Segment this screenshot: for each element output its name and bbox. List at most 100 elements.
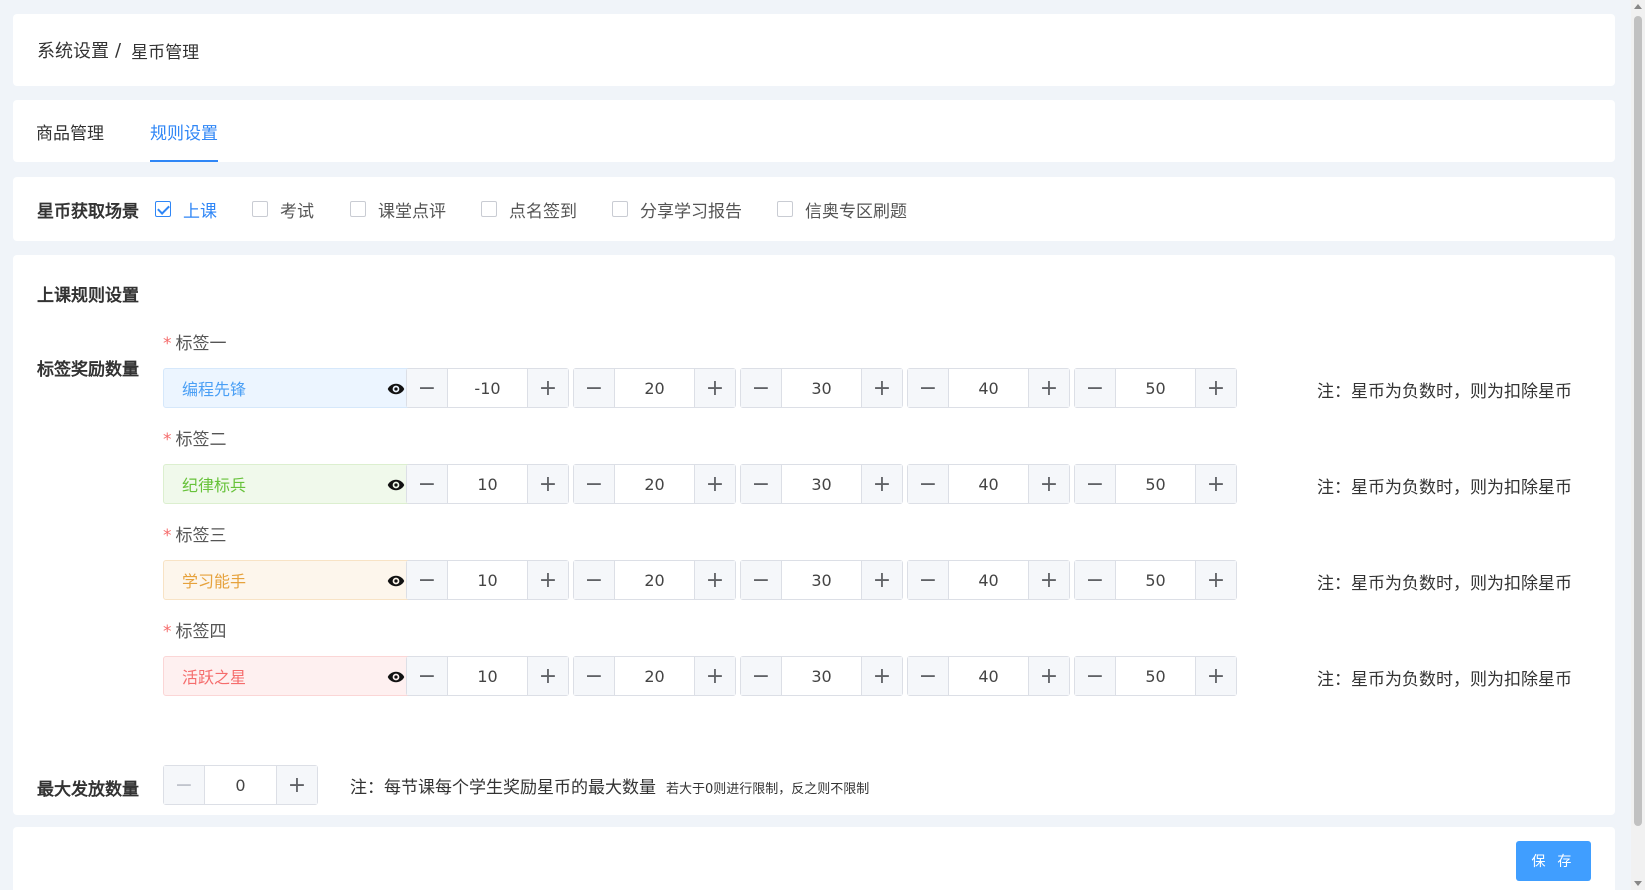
- increment-button[interactable]: +: [527, 657, 568, 695]
- reward-quantity-stepper[interactable]: −30 +: [740, 464, 903, 504]
- tab-rule-settings[interactable]: 规则设置: [150, 100, 218, 162]
- scene-checkbox-share-report[interactable]: 分享学习报告: [612, 177, 742, 241]
- tag-pill[interactable]: 纪律标兵: [163, 464, 414, 504]
- scene-checkbox-class[interactable]: 上课: [155, 177, 217, 241]
- reward-quantity-stepper[interactable]: −10 +: [406, 656, 569, 696]
- decrement-button[interactable]: −: [164, 766, 205, 804]
- decrement-button[interactable]: −: [741, 657, 782, 695]
- reward-quantity-stepper[interactable]: −30 +: [740, 560, 903, 600]
- reward-quantity-stepper[interactable]: −50 +: [1074, 656, 1237, 696]
- decrement-button[interactable]: −: [908, 657, 949, 695]
- decrement-button[interactable]: −: [574, 369, 615, 407]
- decrement-button[interactable]: −: [908, 465, 949, 503]
- save-button[interactable]: 保 存: [1516, 841, 1591, 881]
- reward-quantity-stepper[interactable]: −10 +: [406, 464, 569, 504]
- reward-quantity-value[interactable]: 30: [782, 561, 861, 599]
- reward-quantity-value[interactable]: 50: [1116, 657, 1195, 695]
- increment-button[interactable]: +: [861, 561, 902, 599]
- max-quantity-value[interactable]: 0: [205, 766, 276, 804]
- increment-button[interactable]: +: [1028, 465, 1069, 503]
- max-quantity-stepper[interactable]: − 0 +: [163, 765, 318, 805]
- scroll-down-icon[interactable]: [1634, 881, 1642, 886]
- reward-quantity-value[interactable]: 50: [1116, 561, 1195, 599]
- page-scrollbar[interactable]: [1631, 0, 1645, 890]
- scrollbar-thumb[interactable]: [1634, 16, 1642, 826]
- decrement-button[interactable]: −: [1075, 561, 1116, 599]
- reward-quantity-value[interactable]: 20: [615, 561, 694, 599]
- scene-checkbox-roll-call[interactable]: 点名签到: [481, 177, 577, 241]
- eye-icon[interactable]: [387, 380, 405, 398]
- reward-quantity-stepper[interactable]: −20 +: [573, 368, 736, 408]
- increment-button[interactable]: +: [527, 465, 568, 503]
- increment-button[interactable]: +: [694, 657, 735, 695]
- decrement-button[interactable]: −: [741, 561, 782, 599]
- decrement-button[interactable]: −: [908, 369, 949, 407]
- increment-button[interactable]: +: [1195, 465, 1236, 503]
- increment-button[interactable]: +: [694, 369, 735, 407]
- decrement-button[interactable]: −: [574, 465, 615, 503]
- reward-quantity-value[interactable]: 40: [949, 657, 1028, 695]
- decrement-button[interactable]: −: [908, 561, 949, 599]
- reward-quantity-value[interactable]: 30: [782, 657, 861, 695]
- decrement-button[interactable]: −: [407, 657, 448, 695]
- increment-button[interactable]: +: [861, 657, 902, 695]
- tag-pill[interactable]: 编程先锋: [163, 368, 414, 408]
- reward-quantity-value[interactable]: 20: [615, 657, 694, 695]
- reward-quantity-value[interactable]: 40: [949, 369, 1028, 407]
- decrement-button[interactable]: −: [407, 465, 448, 503]
- decrement-button[interactable]: −: [1075, 657, 1116, 695]
- increment-button[interactable]: +: [694, 465, 735, 503]
- decrement-button[interactable]: −: [574, 561, 615, 599]
- increment-button[interactable]: +: [527, 561, 568, 599]
- increment-button[interactable]: +: [1195, 369, 1236, 407]
- increment-button[interactable]: +: [1028, 657, 1069, 695]
- checkbox-checked-icon[interactable]: [155, 201, 171, 217]
- reward-quantity-value[interactable]: 20: [615, 465, 694, 503]
- reward-quantity-stepper[interactable]: − -10 +: [406, 368, 569, 408]
- increment-button[interactable]: +: [527, 369, 568, 407]
- increment-button[interactable]: +: [694, 561, 735, 599]
- increment-button[interactable]: +: [861, 465, 902, 503]
- reward-quantity-value[interactable]: 10: [448, 465, 527, 503]
- reward-quantity-value[interactable]: 30: [782, 369, 861, 407]
- tab-goods-management[interactable]: 商品管理: [36, 100, 104, 162]
- reward-quantity-stepper[interactable]: −20 +: [573, 560, 736, 600]
- reward-quantity-stepper[interactable]: −50 +: [1074, 368, 1237, 408]
- reward-quantity-stepper[interactable]: −30 +: [740, 368, 903, 408]
- checkbox-icon[interactable]: [777, 201, 793, 217]
- decrement-button[interactable]: −: [407, 369, 448, 407]
- increment-button[interactable]: +: [1028, 369, 1069, 407]
- breadcrumb-parent[interactable]: 系统设置: [37, 37, 109, 63]
- reward-quantity-stepper[interactable]: −40 +: [907, 464, 1070, 504]
- decrement-button[interactable]: −: [741, 465, 782, 503]
- tag-pill[interactable]: 学习能手: [163, 560, 414, 600]
- reward-quantity-stepper[interactable]: −40 +: [907, 560, 1070, 600]
- tag-pill[interactable]: 活跃之星: [163, 656, 414, 696]
- eye-icon[interactable]: [387, 668, 405, 686]
- reward-quantity-value[interactable]: 40: [949, 465, 1028, 503]
- increment-button[interactable]: +: [1195, 657, 1236, 695]
- reward-quantity-value[interactable]: 30: [782, 465, 861, 503]
- checkbox-icon[interactable]: [252, 201, 268, 217]
- reward-quantity-stepper[interactable]: −20 +: [573, 464, 736, 504]
- scene-checkbox-review[interactable]: 课堂点评: [350, 177, 446, 241]
- scroll-up-icon[interactable]: [1634, 4, 1642, 9]
- reward-quantity-stepper[interactable]: −10 +: [406, 560, 569, 600]
- reward-quantity-value[interactable]: -10: [448, 369, 527, 407]
- reward-quantity-value[interactable]: 40: [949, 561, 1028, 599]
- eye-icon[interactable]: [387, 476, 405, 494]
- reward-quantity-stepper[interactable]: −40 +: [907, 368, 1070, 408]
- decrement-button[interactable]: −: [1075, 369, 1116, 407]
- checkbox-icon[interactable]: [350, 201, 366, 217]
- reward-quantity-value[interactable]: 10: [448, 657, 527, 695]
- reward-quantity-stepper[interactable]: −50 +: [1074, 464, 1237, 504]
- reward-quantity-stepper[interactable]: −40 +: [907, 656, 1070, 696]
- eye-icon[interactable]: [387, 572, 405, 590]
- decrement-button[interactable]: −: [407, 561, 448, 599]
- reward-quantity-value[interactable]: 50: [1116, 369, 1195, 407]
- decrement-button[interactable]: −: [1075, 465, 1116, 503]
- decrement-button[interactable]: −: [574, 657, 615, 695]
- increment-button[interactable]: +: [861, 369, 902, 407]
- increment-button[interactable]: +: [1028, 561, 1069, 599]
- reward-quantity-value[interactable]: 20: [615, 369, 694, 407]
